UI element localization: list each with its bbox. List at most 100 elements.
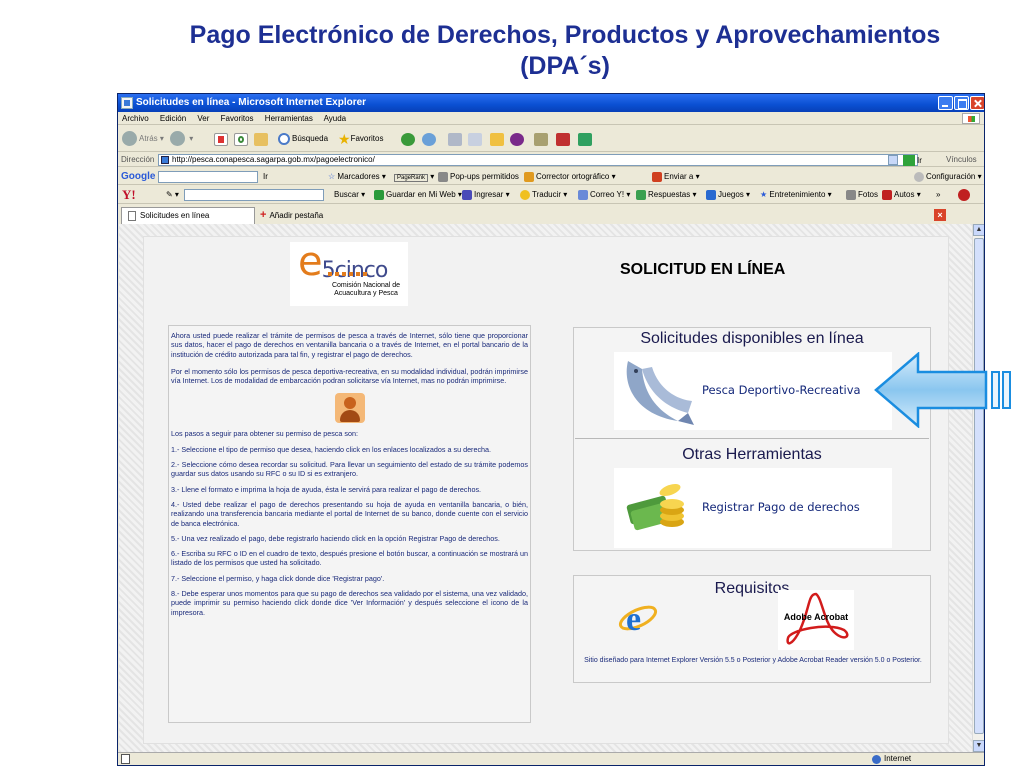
messenger-icon[interactable] — [510, 133, 524, 146]
favorites-button[interactable]: ★Favoritos — [338, 131, 383, 147]
address-dropdown-button[interactable] — [888, 155, 898, 165]
login-icon — [462, 189, 472, 200]
menu-edicion[interactable]: Edición — [160, 114, 186, 123]
solicitudes-heading: Solicitudes disponibles en línea — [640, 330, 864, 347]
mail-label: Correo Y! — [590, 190, 625, 199]
plus-icon: + — [260, 209, 267, 221]
step-item: 6.- Escriba su RFC o ID en el cuadro de … — [171, 549, 528, 568]
pesca-deportiva-label: Pesca Deportivo-Recreativa — [702, 383, 861, 397]
translate-button[interactable]: Traducir ▾ — [520, 186, 567, 204]
google-go-button[interactable]: Ir — [263, 168, 268, 185]
minimize-button[interactable] — [938, 96, 953, 110]
google-settings-button[interactable]: Configuración ▾ — [914, 168, 982, 185]
ie-window-icon[interactable] — [121, 97, 133, 109]
google-logo[interactable]: Google — [121, 168, 155, 185]
login-button[interactable]: Ingresar ▾ — [462, 186, 510, 204]
entertainment-button[interactable]: ★ Entretenimiento ▾ — [760, 186, 832, 204]
pencil-icon[interactable]: ✎ ▾ — [166, 186, 179, 204]
money-icon — [626, 483, 684, 531]
maximize-button[interactable] — [954, 96, 969, 110]
scroll-down-button[interactable]: ▼ — [973, 740, 984, 752]
instructions-panel: Ahora usted puede realizar el trámite de… — [168, 325, 531, 723]
yahoo-search-button[interactable]: Buscar ▾ — [334, 186, 365, 204]
menu-herramientas[interactable]: Herramientas — [265, 114, 313, 123]
tab-solicitudes[interactable]: Solicitudes en línea — [121, 207, 255, 224]
autos-button[interactable]: Autos ▾ — [882, 186, 921, 204]
tab-bar: Solicitudes en línea + Añadir pestaña × — [118, 205, 984, 224]
address-input[interactable]: http://pesca.conapesca.sagarpa.gob.mx/pa… — [158, 154, 918, 166]
toolbar-overflow-button[interactable]: » — [936, 186, 940, 204]
send-to-button[interactable]: Enviar a ▾ — [652, 168, 700, 185]
games-icon — [706, 189, 716, 200]
internet-explorer-icon[interactable]: e — [618, 598, 658, 638]
back-button[interactable]: Atrás ▾ — [122, 131, 164, 147]
photos-button[interactable]: Fotos — [846, 186, 878, 204]
user-icon — [334, 393, 365, 424]
forward-button[interactable]: ▾ — [170, 131, 193, 147]
address-url: http://pesca.conapesca.sagarpa.gob.mx/pa… — [172, 155, 375, 164]
toolbar-plugin-icon[interactable] — [556, 133, 570, 146]
requisitos-heading: Requisitos — [714, 580, 790, 597]
tab-label: Solicitudes en línea — [140, 211, 210, 220]
go-arrow-icon — [903, 155, 915, 167]
user-icon-wrap — [171, 393, 528, 425]
yahoo-alert-icon[interactable] — [958, 186, 972, 204]
window-titlebar[interactable]: Solicitudes en línea - Microsoft Interne… — [118, 94, 984, 112]
new-tab-button[interactable]: + Añadir pestaña — [260, 207, 323, 224]
save-to-myweb-button[interactable]: Guardar en Mi Web ▾ — [374, 186, 462, 204]
people-icon[interactable] — [578, 133, 592, 146]
fish-icon — [626, 361, 694, 425]
yahoo-search-input[interactable] — [184, 189, 324, 201]
menu-archivo[interactable]: Archivo — [122, 114, 149, 123]
star-outline-icon: ☆ — [328, 172, 336, 181]
send-icon — [652, 171, 662, 182]
scroll-up-button[interactable]: ▲ — [973, 224, 984, 236]
camera-icon — [846, 189, 856, 200]
edit-icon[interactable] — [468, 133, 482, 146]
pagerank-indicator[interactable]: PageRank ▾ — [394, 168, 434, 187]
settings-icon — [914, 171, 924, 182]
mail-icon[interactable] — [422, 133, 436, 146]
logo-subtitle: Comisión Nacional de Acuacultura y Pesca — [331, 282, 401, 297]
menu-ayuda[interactable]: Ayuda — [324, 114, 347, 123]
links-button[interactable]: Vínculos — [946, 153, 977, 167]
vertical-scrollbar[interactable]: ▲ ▼ — [972, 224, 984, 752]
back-arrow-icon — [122, 131, 137, 147]
yahoo-logo[interactable]: Y! — [122, 186, 136, 204]
google-search-input[interactable] — [158, 171, 258, 183]
print-icon[interactable] — [448, 133, 462, 146]
entertainment-star-icon: ★ — [760, 190, 768, 199]
step-item: 4.- Usted debe realizar el pago de derec… — [171, 499, 528, 528]
page-icon — [161, 156, 169, 164]
menu-favoritos[interactable]: Favoritos — [221, 114, 254, 123]
registrar-pago-link[interactable]: Registrar Pago de derechos — [614, 468, 892, 548]
spellcheck-label: Corrector ortográfico — [536, 172, 610, 181]
yahoo-mail-button[interactable]: Correo Y! ▾ — [578, 186, 630, 204]
spellcheck-button[interactable]: Corrector ortográfico ▾ — [524, 168, 616, 185]
research-icon[interactable] — [534, 133, 548, 146]
popup-blocker-button[interactable]: Pop-ups permitidos — [438, 168, 519, 185]
adobe-acrobat-link[interactable]: Adobe Acrobat — [778, 590, 854, 650]
menu-ver[interactable]: Ver — [197, 114, 209, 123]
search-button[interactable]: Búsqueda — [278, 131, 328, 147]
stop-icon[interactable] — [214, 133, 228, 146]
go-button[interactable]: Ir — [903, 154, 922, 168]
google-bookmarks-button[interactable]: ☆ Marcadores ▾ — [328, 168, 386, 185]
close-button[interactable] — [970, 96, 984, 110]
history-icon[interactable] — [401, 133, 415, 146]
refresh-icon[interactable] — [234, 133, 248, 146]
navigation-toolbar: Atrás ▾ ▾ Búsqueda ★Favoritos — [118, 126, 984, 152]
answers-button[interactable]: Respuestas ▾ — [636, 186, 697, 204]
pesca-deportiva-link[interactable]: Pesca Deportivo-Recreativa — [614, 352, 892, 430]
requisitos-panel: Requisitos e Adobe Acrobat Sitio diseñad… — [573, 575, 931, 683]
autos-label: Autos — [894, 190, 915, 199]
games-button[interactable]: Juegos ▾ — [706, 186, 750, 204]
scroll-thumb[interactable] — [974, 238, 984, 734]
page-body: e 5cinco Comisión Nacional de Acuacultura… — [143, 236, 949, 744]
folder-icon[interactable] — [490, 133, 504, 146]
otras-herramientas-heading: Otras Herramientas — [682, 446, 822, 463]
tab-close-icon[interactable]: × — [934, 209, 946, 221]
logo-mark-rest: 5cinco — [321, 258, 389, 283]
save-label: Guardar en Mi Web — [386, 190, 456, 199]
home-icon[interactable] — [254, 133, 268, 146]
